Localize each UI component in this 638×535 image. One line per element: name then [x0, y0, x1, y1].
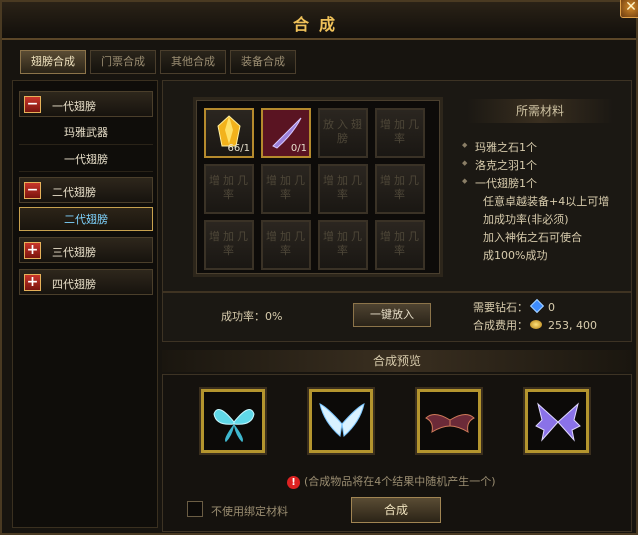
- purple-crystal-wings-icon[interactable]: [525, 389, 589, 453]
- slot-rate-boost[interactable]: 增加几率: [261, 220, 311, 270]
- slot-loch-feather[interactable]: 0/1: [261, 108, 311, 158]
- material-note: 加入神佑之石可使合: [483, 231, 582, 244]
- plus-icon[interactable]: +: [24, 242, 41, 259]
- tab-bar: 翅膀合成 门票合成 其他合成 装备合成: [20, 50, 296, 74]
- title-bar: 合成 ✕: [2, 0, 638, 40]
- material-grid: 66/1 0/1 放入翅膀 增加几率 增加几率 增加几率 增加几率 增加几率 增…: [193, 97, 443, 277]
- no-bound-materials-checkbox[interactable]: [187, 501, 203, 517]
- material-item: 一代翅膀1个: [462, 175, 537, 191]
- slot-rate-boost[interactable]: 增加几率: [204, 220, 254, 270]
- slot-rate-boost[interactable]: 增加几率: [375, 220, 425, 270]
- divider: [163, 291, 631, 293]
- synthesis-panel: 66/1 0/1 放入翅膀 增加几率 增加几率 增加几率 增加几率 增加几率 增…: [162, 80, 632, 342]
- material-note: 任意卓越装备+4以上可增: [483, 195, 610, 208]
- sidebar-item-gen1-wings[interactable]: 一代翅膀: [19, 148, 153, 172]
- minus-icon[interactable]: −: [24, 182, 41, 199]
- sidebar-item-gen2-wings[interactable]: 二代翅膀: [19, 207, 153, 231]
- preview-title: 合成预览: [162, 350, 632, 372]
- window-title: 合成: [292, 15, 345, 34]
- slot-rate-boost[interactable]: 增加几率: [375, 108, 425, 158]
- success-rate-value: 0%: [265, 310, 283, 323]
- white-blue-feather-wings-icon[interactable]: [309, 389, 373, 453]
- material-item: 玛雅之石1个: [462, 139, 537, 155]
- preview-panel: ! (合成物品将在4个结果中随机产生一个) 不使用绑定材料 合成: [162, 374, 632, 532]
- tab-ticket-synthesis[interactable]: 门票合成: [90, 50, 156, 74]
- gold-coin-icon: [530, 320, 542, 329]
- gold-cost: 合成费用： 253, 400: [473, 319, 597, 332]
- close-icon[interactable]: ✕: [620, 0, 638, 18]
- minus-icon[interactable]: −: [24, 96, 41, 113]
- dark-red-demon-wings-icon[interactable]: [417, 389, 481, 453]
- material-item: 洛克之羽1个: [462, 157, 537, 173]
- slot-rate-boost[interactable]: 增加几率: [375, 164, 425, 214]
- category-gen3-wings[interactable]: + 三代翅膀: [19, 237, 153, 263]
- tab-other-synthesis[interactable]: 其他合成: [160, 50, 226, 74]
- diamond-cost: 需要钻石： 0: [473, 298, 555, 315]
- success-rate: 成功率：0%: [221, 310, 283, 323]
- category-sidebar: − 一代翅膀 玛雅武器 一代翅膀 − 二代翅膀 二代翅膀 + 三代翅膀 + 四代…: [12, 80, 158, 528]
- category-gen4-wings[interactable]: + 四代翅膀: [19, 269, 153, 295]
- plus-icon[interactable]: +: [24, 274, 41, 291]
- synthesis-window: 合成 ✕ 翅膀合成 门票合成 其他合成 装备合成 − 一代翅膀 玛雅武器 一代翅…: [0, 0, 638, 535]
- cyan-butterfly-wings-icon[interactable]: [201, 389, 265, 453]
- checkbox-label: 不使用绑定材料: [211, 505, 288, 518]
- combine-button[interactable]: 合成: [351, 497, 441, 523]
- material-note: 成100%成功: [483, 249, 548, 262]
- gold-cost-value: 253, 400: [548, 319, 597, 332]
- one-key-place-button[interactable]: 一键放入: [353, 303, 431, 327]
- material-note: 加成功率(非必须): [483, 213, 569, 226]
- warning-icon: !: [287, 476, 300, 489]
- item-count: 66/1: [227, 143, 250, 154]
- tab-equipment-synthesis[interactable]: 装备合成: [230, 50, 296, 74]
- slot-rate-boost[interactable]: 增加几率: [318, 164, 368, 214]
- diamond-cost-value: 0: [548, 301, 555, 314]
- slot-rate-boost[interactable]: 增加几率: [261, 164, 311, 214]
- materials-title: 所需材料: [467, 99, 613, 123]
- slot-maya-stone[interactable]: 66/1: [204, 108, 254, 158]
- sidebar-item-maya-weapon[interactable]: 玛雅武器: [19, 121, 153, 145]
- category-gen1-wings[interactable]: − 一代翅膀: [19, 91, 153, 117]
- item-count: 0/1: [290, 143, 307, 154]
- random-result-notice: ! (合成物品将在4个结果中随机产生一个): [287, 473, 496, 489]
- tab-wing-synthesis[interactable]: 翅膀合成: [20, 50, 86, 74]
- slot-wing-input[interactable]: 放入翅膀: [318, 108, 368, 158]
- diamond-icon: [529, 298, 545, 314]
- slot-rate-boost[interactable]: 增加几率: [318, 220, 368, 270]
- category-gen2-wings[interactable]: − 二代翅膀: [19, 177, 153, 203]
- required-materials: 所需材料 玛雅之石1个 洛克之羽1个 一代翅膀1个 任意卓越装备+4以上可增 加…: [459, 97, 619, 277]
- slot-rate-boost[interactable]: 增加几率: [204, 164, 254, 214]
